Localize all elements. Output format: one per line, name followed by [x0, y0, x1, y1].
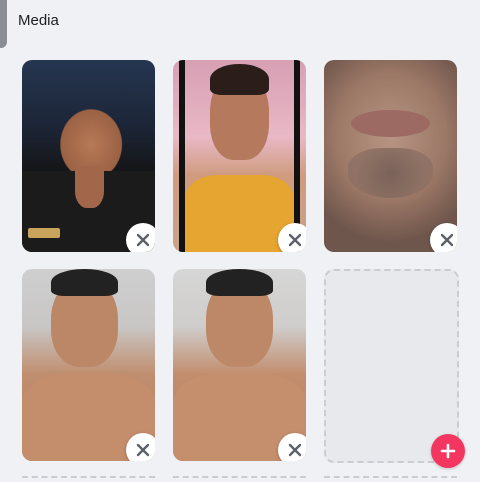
photo-image [324, 60, 457, 252]
next-slot-edge [173, 476, 306, 482]
side-handle [0, 0, 7, 48]
remove-photo-button[interactable] [126, 433, 155, 461]
close-icon [288, 443, 302, 457]
remove-photo-button[interactable] [278, 433, 306, 461]
media-photo[interactable] [22, 269, 155, 461]
close-icon [136, 443, 150, 457]
section-title: Media [18, 12, 59, 29]
photo-image [173, 269, 306, 461]
media-photo[interactable] [22, 60, 155, 252]
empty-media-slot[interactable] [324, 269, 459, 463]
remove-photo-button[interactable] [430, 223, 457, 252]
close-icon [288, 233, 302, 247]
media-photo[interactable] [173, 60, 306, 252]
plus-icon [440, 443, 456, 459]
remove-photo-button[interactable] [126, 223, 155, 252]
add-photo-button[interactable] [431, 434, 465, 468]
media-photo[interactable] [173, 269, 306, 461]
photo-image [22, 60, 155, 252]
media-photo[interactable] [324, 60, 457, 252]
close-icon [136, 233, 150, 247]
close-icon [440, 233, 454, 247]
next-slot-edge [324, 476, 457, 482]
photo-image [173, 60, 306, 252]
remove-photo-button[interactable] [278, 223, 306, 252]
photo-image [22, 269, 155, 461]
next-slot-edge [22, 476, 155, 482]
